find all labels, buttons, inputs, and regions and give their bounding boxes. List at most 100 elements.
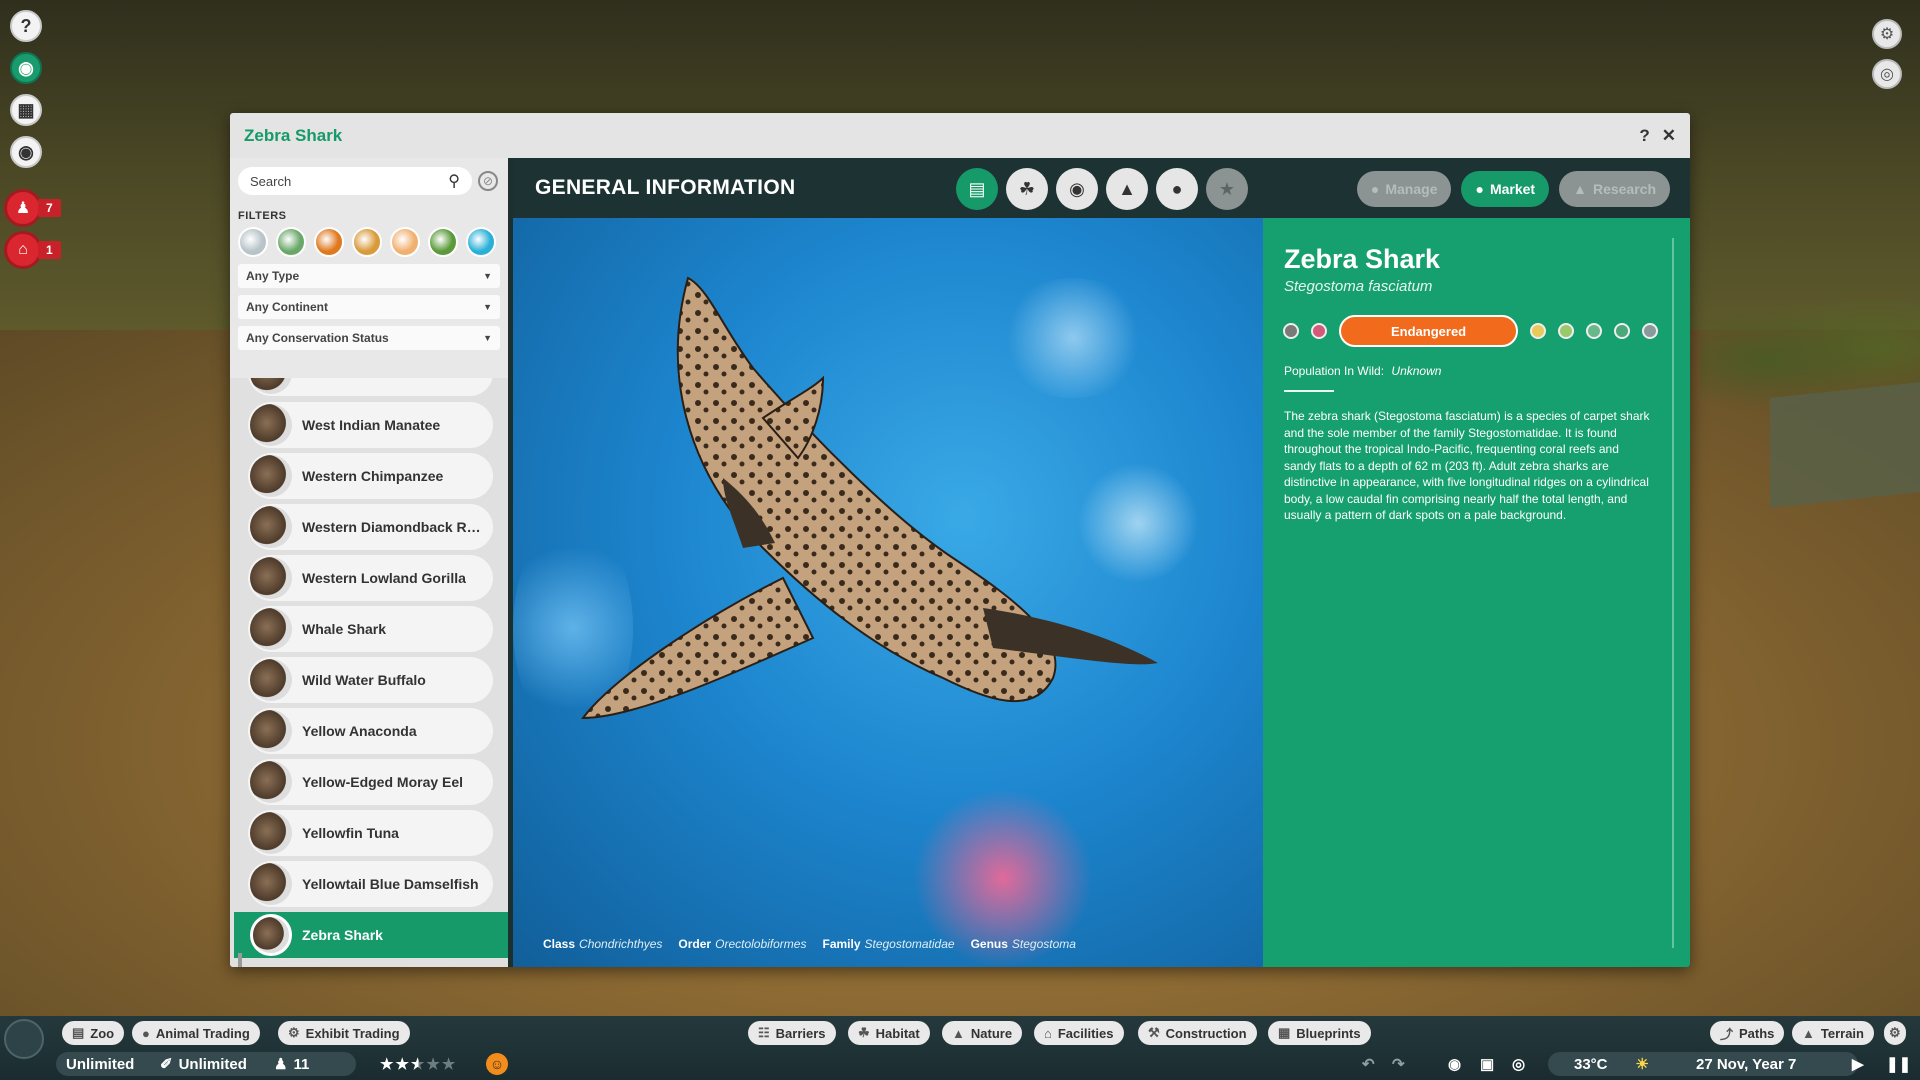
market-label: Market bbox=[1489, 181, 1536, 197]
continent-dropdown[interactable]: Any Continent ▼ bbox=[238, 295, 500, 319]
guest-alert[interactable]: ♟ 7 bbox=[4, 188, 72, 228]
zoo-overview-icon[interactable]: ◉ bbox=[10, 52, 42, 84]
type-dropdown-value: Any Type bbox=[246, 269, 300, 283]
help-icon[interactable]: ? bbox=[10, 10, 42, 42]
list-item[interactable]: Wild Water Buffalo bbox=[248, 657, 493, 703]
animal-avatar bbox=[250, 710, 292, 752]
habitat-icon[interactable]: ☘ bbox=[1006, 168, 1048, 210]
list-item[interactable]: Whale Shark bbox=[248, 606, 493, 652]
conservation-dropdown[interactable]: Any Conservation Status ▼ bbox=[238, 326, 500, 350]
rating-stars: ★★★★★ bbox=[380, 1055, 457, 1073]
paths-button[interactable]: ⤴ Paths bbox=[1710, 1021, 1785, 1045]
animal-avatar bbox=[250, 914, 292, 956]
search-input[interactable]: Search ⚲ bbox=[238, 167, 472, 195]
population-value: Unknown bbox=[1391, 364, 1442, 378]
help-button[interactable]: ? bbox=[1639, 126, 1649, 146]
animal-description: The zebra shark (Stegostoma fasciatum) i… bbox=[1284, 409, 1650, 522]
list-item[interactable]: Yellow-Edged Moray Eel bbox=[248, 759, 493, 805]
undo-button[interactable]: ↶ bbox=[1362, 1052, 1375, 1076]
photo-icon: ◎ bbox=[1512, 1056, 1526, 1073]
camera-icon[interactable]: ◎ bbox=[1872, 59, 1902, 89]
background-building bbox=[1770, 382, 1920, 508]
gear-icon: ⚙ bbox=[288, 1025, 300, 1040]
biome-filter-icon[interactable] bbox=[390, 227, 420, 257]
enrichment-icon[interactable]: ▲ bbox=[1106, 168, 1148, 210]
facilities-button[interactable]: ⌂ Facilities bbox=[1034, 1021, 1124, 1045]
facility-alert[interactable]: ⌂ 1 bbox=[4, 230, 72, 270]
guest-mood[interactable]: ☺ bbox=[486, 1052, 508, 1076]
terrain-button[interactable]: ▲ Terrain bbox=[1792, 1021, 1874, 1045]
zoo-button[interactable]: ▤ Zoo bbox=[62, 1021, 125, 1045]
sun-icon: ☀ bbox=[1635, 1056, 1649, 1073]
list-item[interactable]: Yellowtail Blue Damselfish bbox=[248, 861, 493, 907]
trophy-icon[interactable]: ★ bbox=[1206, 168, 1248, 210]
list-item[interactable]: West Indian Manatee bbox=[248, 402, 493, 448]
list-item[interactable]: Western Lowland Gorilla bbox=[248, 555, 493, 601]
exhibit-trading-button[interactable]: ⚙ Exhibit Trading bbox=[278, 1021, 410, 1045]
photo-mode-button[interactable]: ◎ bbox=[1512, 1052, 1525, 1076]
manage-button[interactable]: ● Manage bbox=[1356, 171, 1452, 207]
info-scrollbar[interactable] bbox=[1672, 238, 1674, 948]
animal-list[interactable]: West Indian Manatee Western Chimpanzee Wes… bbox=[230, 378, 508, 967]
eye-icon[interactable]: ◉ bbox=[10, 136, 42, 168]
guest-alert-count: 7 bbox=[38, 199, 61, 217]
market-button[interactable]: ● Market bbox=[1461, 171, 1550, 207]
list-scrollbar[interactable] bbox=[238, 953, 242, 967]
search-icon[interactable]: ⚲ bbox=[448, 171, 460, 191]
status-dot bbox=[1642, 323, 1659, 339]
blueprints-button[interactable]: ▦ Blueprints bbox=[1268, 1021, 1371, 1045]
continent-dropdown-value: Any Continent bbox=[246, 300, 328, 314]
biome-filter-icon[interactable] bbox=[314, 227, 344, 257]
paw-icon[interactable]: ● bbox=[1156, 168, 1198, 210]
biome-filter-icon[interactable] bbox=[352, 227, 382, 257]
expand-menu-button[interactable]: ⚙ bbox=[1884, 1021, 1906, 1045]
construction-icon: ⚒ bbox=[1148, 1025, 1160, 1040]
list-item[interactable]: Western Chimpanzee bbox=[248, 453, 493, 499]
animal-avatar bbox=[250, 863, 292, 905]
camera-mode-button[interactable]: ▣ bbox=[1480, 1052, 1494, 1076]
action-buttons: ● Manage ● Market ▲ Research bbox=[1356, 171, 1670, 207]
biome-filter-icon[interactable] bbox=[238, 227, 268, 257]
list-item[interactable]: Yellow Anaconda bbox=[248, 708, 493, 754]
animal-trading-button[interactable]: ● Animal Trading bbox=[132, 1021, 260, 1045]
play-speed-button[interactable]: ▶ bbox=[1852, 1052, 1864, 1076]
habitat-button[interactable]: ☘ Habitat bbox=[848, 1021, 930, 1045]
list-item[interactable]: Yellowfin Tuna bbox=[248, 810, 493, 856]
settings-gear-icon[interactable]: ⚙ bbox=[1872, 19, 1902, 49]
pause-button[interactable]: ❚❚ bbox=[1886, 1052, 1911, 1076]
list-item[interactable]: Zebra Shark bbox=[234, 912, 508, 958]
list-item-partial[interactable] bbox=[248, 378, 493, 396]
barriers-button[interactable]: ☷ Barriers bbox=[748, 1021, 836, 1045]
minimap-toggle[interactable] bbox=[4, 1019, 44, 1059]
biome-filter-icon[interactable] bbox=[466, 227, 496, 257]
taxonomy-label: Family bbox=[822, 937, 861, 951]
calendar-icon[interactable]: ▦ bbox=[10, 94, 42, 126]
close-button[interactable]: ✕ bbox=[1662, 126, 1676, 146]
date-value: 27 Nov, Year 7 bbox=[1696, 1055, 1797, 1073]
redo-button[interactable]: ↷ bbox=[1392, 1052, 1405, 1076]
research-value: Unlimited bbox=[178, 1055, 247, 1073]
population-in-wild: Population In Wild: Unknown bbox=[1284, 364, 1441, 378]
zoo-rating[interactable]: ★★★★★ bbox=[380, 1052, 457, 1076]
animal-name-label: Wild Water Buffalo bbox=[302, 672, 426, 688]
type-dropdown[interactable]: Any Type ▼ bbox=[238, 264, 500, 288]
biome-filter-icon[interactable] bbox=[428, 227, 458, 257]
guests-icon: ♟ bbox=[274, 1056, 288, 1073]
window-titlebar: Zebra Shark ? ✕ bbox=[230, 113, 1690, 158]
redo-icon: ↷ bbox=[1392, 1056, 1405, 1073]
clipboard-icon[interactable]: ▤ bbox=[956, 168, 998, 210]
zebra-shark-image bbox=[580, 276, 1158, 720]
filters-label: FILTERS bbox=[238, 210, 287, 222]
water-drop-icon[interactable]: ◉ bbox=[1056, 168, 1098, 210]
conservation-dropdown-value: Any Conservation Status bbox=[246, 331, 389, 345]
zoo-label: Zoo bbox=[90, 1025, 115, 1041]
research-button[interactable]: ▲ Research bbox=[1559, 171, 1670, 207]
list-item[interactable]: Western Diamondback Rat... bbox=[248, 504, 493, 550]
habitat-icon: ☘ bbox=[858, 1025, 870, 1040]
biome-filter-icon[interactable] bbox=[276, 227, 306, 257]
nature-button[interactable]: ▲ Nature bbox=[942, 1021, 1023, 1045]
status-dot bbox=[1614, 323, 1631, 339]
construction-button[interactable]: ⚒ Construction bbox=[1138, 1021, 1257, 1045]
overlays-button[interactable]: ◉ bbox=[1448, 1052, 1461, 1076]
clear-filters-icon[interactable]: ⊘ bbox=[478, 171, 498, 191]
